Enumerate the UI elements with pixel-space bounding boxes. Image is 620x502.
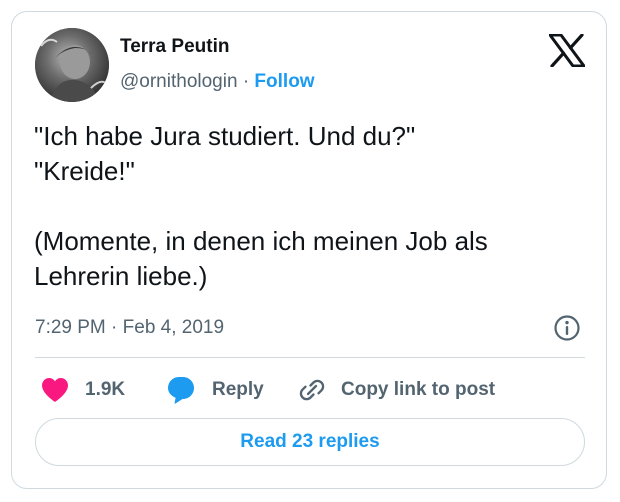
tweet-text-line [34, 189, 594, 224]
tweet-text: "Ich habe Jura studiert. Und du?" "Kreid… [34, 119, 594, 294]
author-handle[interactable]: @ornithologin [120, 71, 238, 92]
follow-button[interactable]: Follow [254, 71, 314, 92]
separator-dot: · [242, 71, 250, 92]
like-button[interactable]: 1.9K [40, 370, 125, 410]
copy-link-label: Copy link to post [341, 379, 496, 400]
info-icon[interactable] [553, 314, 581, 342]
tweet-text-line: "Kreide!" [34, 156, 135, 186]
like-count: 1.9K [85, 379, 126, 400]
copy-link-button[interactable]: Copy link to post [298, 370, 495, 410]
link-icon [299, 379, 325, 401]
heart-icon [42, 378, 68, 402]
tweet-text-line: Lehrerin liebe.) [34, 261, 208, 291]
tweet-timestamp[interactable]: 7:29 PM · Feb 4, 2019 [35, 317, 224, 339]
x-logo-icon[interactable] [548, 33, 586, 68]
reply-button[interactable]: Reply [166, 370, 264, 410]
tweet-text-line: (Momente, in denen ich meinen Job als [34, 226, 488, 256]
avatar[interactable] [35, 28, 109, 102]
tweet-card: Terra Peutin @ornithologin · Follow "Ich… [11, 11, 607, 489]
reply-label: Reply [212, 379, 264, 400]
tweet-text-line: "Ich habe Jura studiert. Und du?" [34, 121, 416, 151]
author-handle-row: @ornithologin · Follow [120, 71, 315, 93]
author-display-name[interactable]: Terra Peutin [120, 36, 229, 58]
action-bar: 1.9K Reply Copy link to post [12, 370, 608, 410]
speech-bubble-icon [168, 377, 194, 404]
read-replies-button[interactable]: Read 23 replies [35, 418, 585, 466]
divider [35, 357, 585, 358]
